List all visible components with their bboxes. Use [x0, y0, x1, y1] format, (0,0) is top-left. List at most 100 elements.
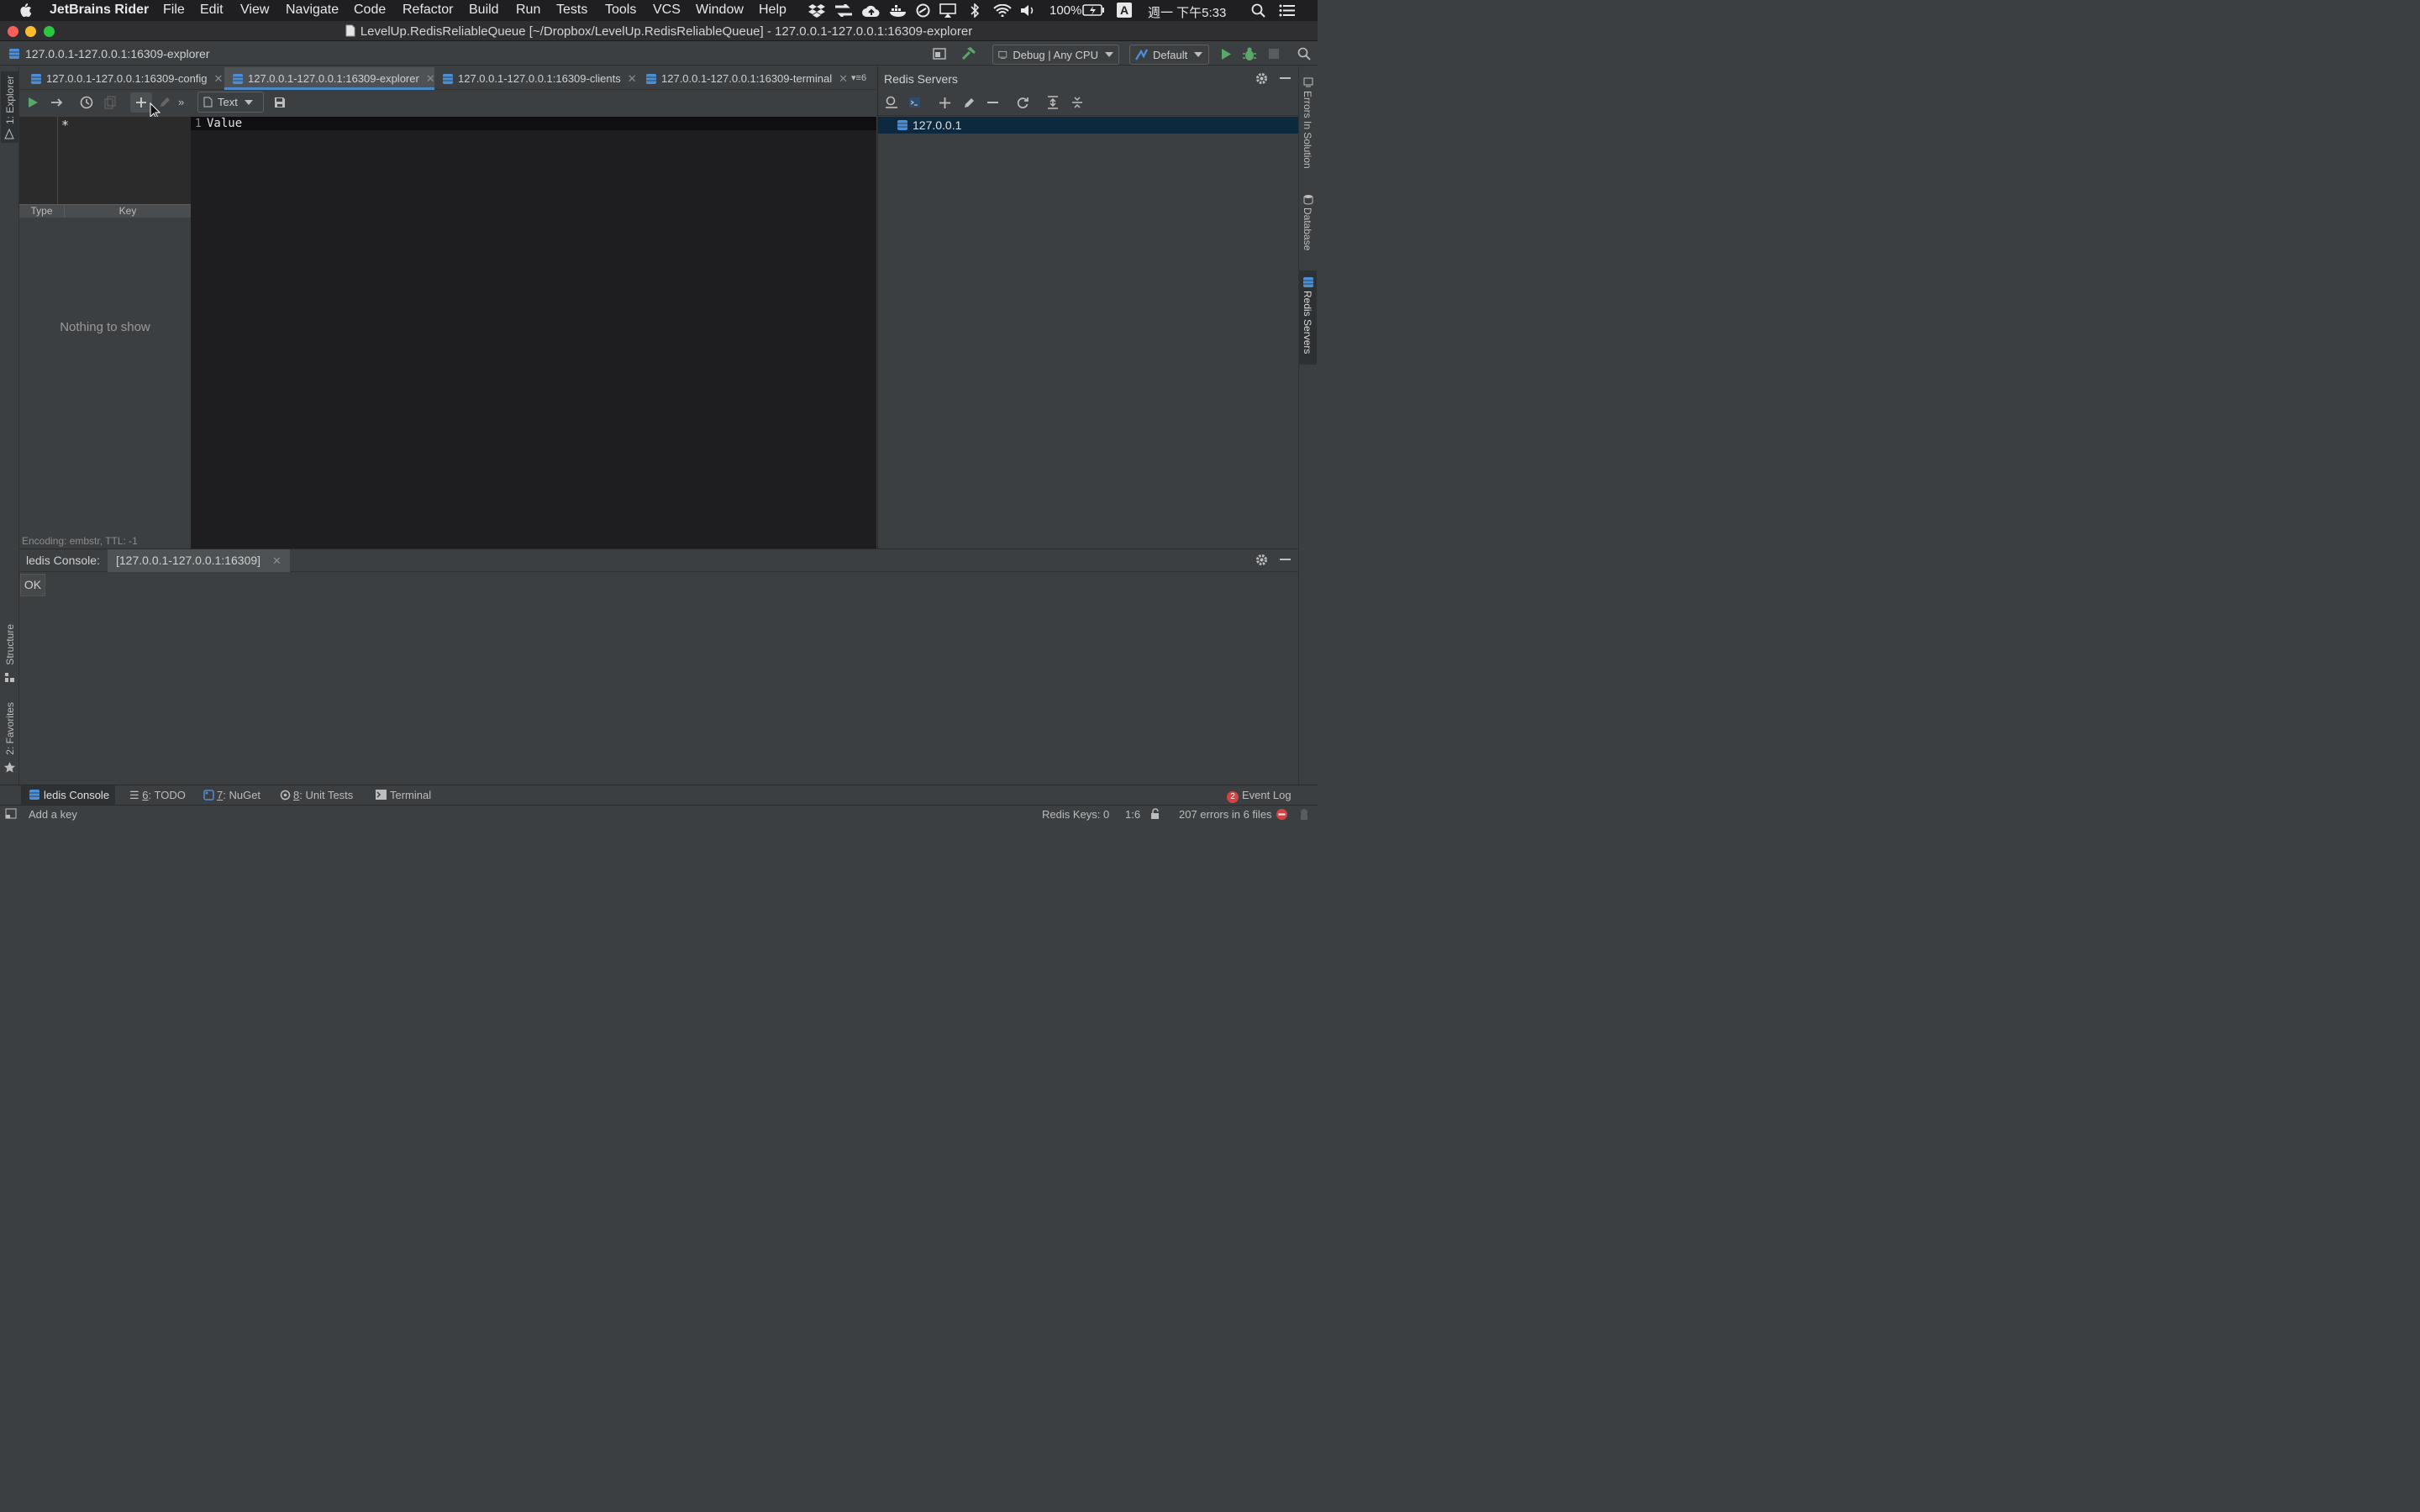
- menu-edit[interactable]: Edit: [200, 3, 224, 18]
- more-actions-icon[interactable]: »: [178, 96, 184, 109]
- launch-profile-select[interactable]: Default: [1129, 45, 1209, 65]
- refresh-icon[interactable]: [1017, 97, 1029, 109]
- event-log-badge: 2: [1227, 791, 1239, 803]
- minimize-icon[interactable]: [1280, 77, 1291, 80]
- console-icon[interactable]: [908, 97, 921, 108]
- key-filter-area[interactable]: *: [19, 117, 191, 204]
- tool-tab-unit-tests[interactable]: 8: Unit Tests: [280, 789, 353, 801]
- menu-file[interactable]: File: [163, 3, 185, 18]
- caret-position[interactable]: 1:6: [1125, 808, 1140, 821]
- gear-icon[interactable]: [1255, 554, 1268, 566]
- remove-server-icon[interactable]: [987, 102, 998, 104]
- menu-window[interactable]: Window: [696, 3, 744, 18]
- menu-tests[interactable]: Tests: [556, 3, 587, 18]
- breadcrumb[interactable]: 127.0.0.1-127.0.0.1:16309-explorer: [25, 47, 210, 60]
- tab-config[interactable]: 127.0.0.1-127.0.0.1:16309-config ✕: [31, 67, 223, 90]
- execute-icon[interactable]: [28, 97, 39, 108]
- apple-logo-icon[interactable]: [18, 3, 32, 18]
- menu-tools[interactable]: Tools: [605, 3, 636, 18]
- tool-tab-todo[interactable]: ☰ 6: TODO: [129, 789, 186, 802]
- airplay-icon[interactable]: [939, 3, 956, 18]
- gear-icon[interactable]: [1255, 72, 1268, 85]
- structure-tool-tab[interactable]: Structure: [1, 622, 18, 685]
- app-name-menu[interactable]: JetBrains Rider: [50, 3, 149, 18]
- circle-slash-icon[interactable]: [916, 3, 930, 18]
- menu-help[interactable]: Help: [759, 3, 786, 18]
- minimize-icon[interactable]: [1280, 559, 1291, 561]
- server-tree-item[interactable]: 127.0.0.1: [878, 117, 1298, 134]
- tool-tab-terminal[interactable]: Terminal: [376, 789, 431, 801]
- add-server-icon[interactable]: [939, 97, 950, 108]
- key-filter-pattern[interactable]: *: [61, 118, 69, 133]
- event-log-button[interactable]: 2 Event Log: [1227, 789, 1292, 803]
- explorer-warning-icon: [4, 129, 14, 139]
- favorites-tool-tab[interactable]: 2: Favorites: [1, 700, 18, 775]
- stop-icon[interactable]: [1269, 49, 1279, 59]
- console-tab[interactable]: [127.0.0.1-127.0.0.1:16309] ✕: [108, 549, 290, 572]
- redis-servers-tool-tab[interactable]: Redis Servers: [1299, 270, 1317, 365]
- input-method-indicator[interactable]: A: [1117, 3, 1132, 18]
- layout-toggle-icon[interactable]: [933, 48, 946, 60]
- step-forward-icon[interactable]: [50, 97, 64, 108]
- battery-icon[interactable]: [1082, 4, 1105, 16]
- save-icon[interactable]: [274, 97, 286, 108]
- collapse-all-icon[interactable]: [1071, 96, 1083, 109]
- edit-server-icon[interactable]: [963, 97, 976, 109]
- tab-terminal[interactable]: 127.0.0.1-127.0.0.1:16309-terminal ✕: [646, 67, 848, 90]
- history-clock-icon[interactable]: [80, 96, 93, 109]
- build-hammer-icon[interactable]: [961, 46, 976, 60]
- close-icon[interactable]: ✕: [426, 72, 435, 86]
- redis-keys-count[interactable]: Redis Keys: 0: [1042, 808, 1109, 821]
- tool-windows-toggle-icon[interactable]: [5, 808, 17, 819]
- console-output-area[interactable]: [19, 572, 1298, 785]
- format-select[interactable]: Text: [197, 92, 264, 113]
- spotlight-search-icon[interactable]: [1251, 3, 1265, 18]
- scan-search-icon[interactable]: [885, 96, 898, 109]
- value-text[interactable]: Value: [207, 117, 242, 130]
- menu-view[interactable]: View: [240, 3, 269, 18]
- copy-icon: [104, 96, 116, 109]
- inspection-hector-icon[interactable]: [1298, 808, 1310, 821]
- debug-bug-icon[interactable]: [1243, 47, 1256, 61]
- volume-icon[interactable]: [1020, 3, 1035, 18]
- close-icon[interactable]: ✕: [628, 72, 637, 86]
- tool-tab-nuget[interactable]: 7: NuGet: [203, 789, 260, 801]
- close-icon[interactable]: ✕: [214, 72, 224, 86]
- menu-build[interactable]: Build: [469, 3, 499, 18]
- tool-tab-console[interactable]: ledis Console: [29, 789, 109, 801]
- menu-run[interactable]: Run: [516, 3, 540, 18]
- tabs-overflow-button[interactable]: ▾≡6: [851, 72, 866, 83]
- tab-clients[interactable]: 127.0.0.1-127.0.0.1:16309-clients ✕: [443, 67, 637, 90]
- explorer-tool-tab[interactable]: 1: Explorer: [1, 71, 18, 143]
- type-column-header[interactable]: Type: [19, 205, 65, 218]
- database-tool-tab[interactable]: Database: [1299, 192, 1317, 260]
- no-entry-icon[interactable]: [1276, 808, 1288, 821]
- errors-summary[interactable]: 207 errors in 6 files: [1179, 808, 1272, 821]
- run-configuration-select[interactable]: Debug | Any CPU: [992, 45, 1119, 65]
- dropbox-icon[interactable]: [808, 3, 825, 18]
- bluetooth-icon[interactable]: [969, 3, 981, 18]
- expand-all-icon[interactable]: [1047, 96, 1059, 109]
- close-icon[interactable]: ✕: [272, 554, 281, 568]
- cloud-upload-icon[interactable]: [862, 3, 881, 18]
- key-column-header[interactable]: Key: [65, 205, 191, 218]
- docker-icon[interactable]: [889, 3, 908, 18]
- menu-vcs[interactable]: VCS: [653, 3, 681, 18]
- errors-in-solution-tool-tab[interactable]: Errors In Solution: [1299, 76, 1317, 176]
- menu-navigate[interactable]: Navigate: [286, 3, 339, 18]
- terminal-label: Terminal: [390, 789, 432, 801]
- chevron-down-icon: [1105, 52, 1113, 57]
- tab-explorer[interactable]: 127.0.0.1-127.0.0.1:16309-explorer ✕: [233, 67, 435, 90]
- sync-arrows-icon[interactable]: [834, 4, 853, 17]
- close-icon[interactable]: ✕: [839, 72, 848, 86]
- run-icon[interactable]: [1220, 48, 1232, 60]
- tab-terminal-label: 127.0.0.1-127.0.0.1:16309-terminal: [661, 72, 833, 85]
- wifi-icon[interactable]: [993, 4, 1012, 17]
- search-everywhere-icon[interactable]: [1297, 47, 1311, 60]
- menubar-clock[interactable]: 週一 下午5:33: [1148, 3, 1226, 21]
- notification-center-icon[interactable]: [1279, 4, 1296, 17]
- menu-refactor[interactable]: Refactor: [402, 3, 453, 18]
- lock-icon[interactable]: [1150, 808, 1160, 820]
- menu-code[interactable]: Code: [354, 3, 386, 18]
- value-editor[interactable]: [191, 117, 876, 549]
